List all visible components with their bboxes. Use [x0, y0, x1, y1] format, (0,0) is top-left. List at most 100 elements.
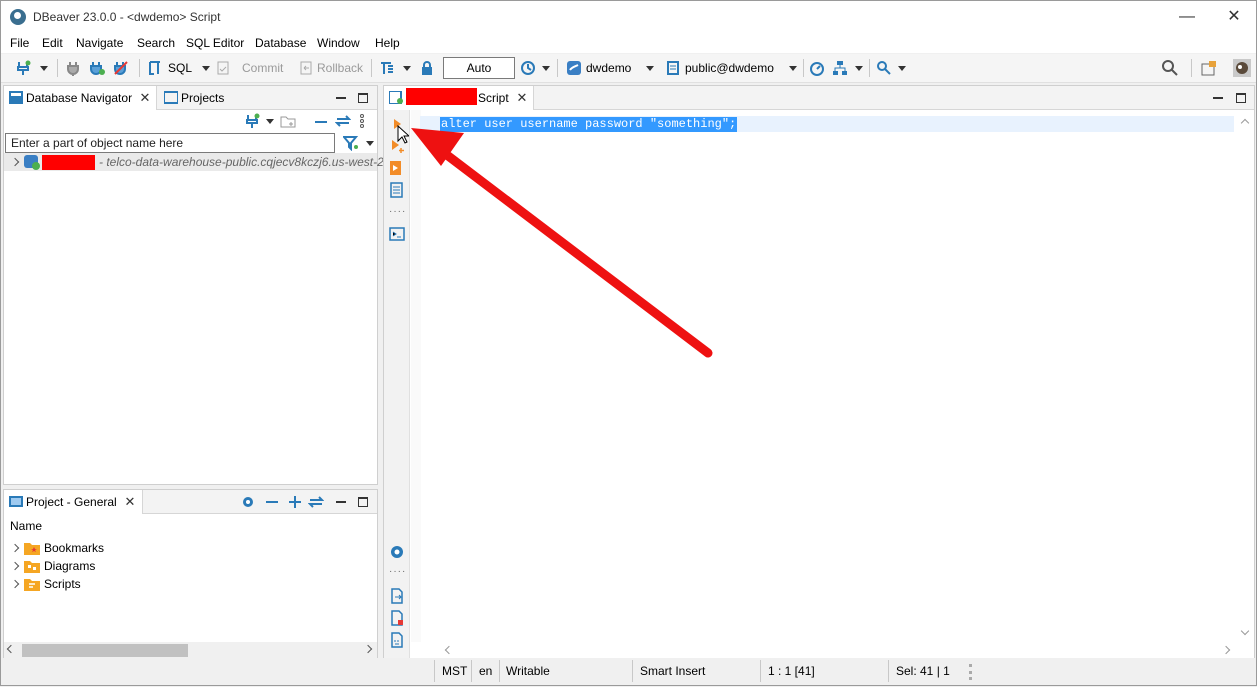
- tab-script[interactable]: Script ✕: [384, 86, 534, 110]
- scroll-left-icon[interactable]: [6, 644, 16, 654]
- collapse-project-icon[interactable]: [266, 501, 278, 503]
- new-connection-small-icon[interactable]: [244, 113, 260, 129]
- sql-editor-icon[interactable]: [147, 60, 163, 76]
- link-with-editor-icon[interactable]: [335, 113, 351, 129]
- export-icon[interactable]: [389, 588, 405, 604]
- status-cursor-position[interactable]: 1 : 1 [41]: [768, 663, 815, 679]
- schema-selector[interactable]: public@dwdemo: [685, 60, 774, 77]
- datasource-selector[interactable]: dwdemo: [586, 60, 631, 77]
- expand-bookmarks-icon[interactable]: [10, 543, 20, 553]
- global-search-icon[interactable]: [1162, 60, 1178, 76]
- collapse-all-icon[interactable]: [315, 121, 327, 123]
- explain-plan-icon[interactable]: [389, 182, 405, 198]
- close-navigator-tab-icon[interactable]: ✕: [139, 86, 151, 110]
- search-dropdown-icon[interactable]: [898, 66, 906, 71]
- scrollbar-thumb[interactable]: [22, 644, 188, 657]
- expand-connection-icon[interactable]: [10, 157, 20, 167]
- open-perspective-icon[interactable]: [1201, 60, 1217, 76]
- scroll-down-icon[interactable]: [1240, 626, 1250, 636]
- new-connection-icon[interactable]: [15, 60, 31, 76]
- status-locale: en: [479, 664, 493, 678]
- history-dropdown-icon[interactable]: [542, 66, 550, 71]
- expand-scripts-icon[interactable]: [10, 579, 20, 589]
- new-connection-small-dropdown-icon[interactable]: [266, 119, 274, 124]
- more-tools-icon[interactable]: ····: [389, 566, 406, 577]
- new-folder-icon[interactable]: [280, 113, 296, 129]
- tab-projects[interactable]: Projects: [159, 86, 259, 110]
- maximize-navigator-icon[interactable]: [358, 93, 368, 103]
- minimize-editor-icon[interactable]: [1213, 97, 1223, 99]
- diagram-folder-icon: [24, 561, 40, 573]
- minimize-navigator-icon[interactable]: [336, 97, 346, 99]
- project-horizontal-scrollbar[interactable]: [4, 642, 377, 658]
- disconnect-icon[interactable]: [113, 60, 129, 76]
- menu-search[interactable]: Search: [137, 36, 175, 50]
- erd-dropdown-icon[interactable]: [855, 66, 863, 71]
- plug-icon[interactable]: [65, 60, 81, 76]
- menu-navigate[interactable]: Navigate: [76, 36, 123, 50]
- navigator-filter-input[interactable]: Enter a part of object name here: [5, 133, 335, 153]
- close-window-button[interactable]: ✕: [1211, 1, 1257, 33]
- database-navigator-icon: [9, 91, 23, 104]
- menu-help[interactable]: Help: [375, 36, 400, 50]
- main-toolbar: SQL Commit Rollback Auto dwdemo public@d…: [1, 54, 1256, 83]
- transaction-mode-icon[interactable]: [379, 60, 395, 76]
- new-connection-dropdown-icon[interactable]: [40, 66, 48, 71]
- menu-file[interactable]: File: [10, 36, 29, 50]
- view-menu-icon[interactable]: [359, 113, 365, 129]
- lock-icon[interactable]: [419, 60, 435, 76]
- project-settings-icon[interactable]: [240, 494, 256, 510]
- dbeaver-perspective-icon[interactable]: [1233, 59, 1251, 77]
- commit-button[interactable]: Commit: [242, 60, 283, 77]
- datasource-dropdown-icon[interactable]: [646, 66, 654, 71]
- filter-dropdown-icon[interactable]: [366, 141, 374, 146]
- editor-settings-icon[interactable]: [389, 544, 405, 560]
- rollback-button[interactable]: Rollback: [317, 60, 363, 77]
- transaction-mode-field[interactable]: Auto: [443, 57, 515, 79]
- scroll-right-icon[interactable]: [363, 644, 373, 654]
- search-icon[interactable]: [876, 60, 892, 76]
- scroll-up-icon[interactable]: [1240, 118, 1250, 128]
- variables-icon[interactable]: [389, 632, 405, 648]
- menu-sql-editor[interactable]: SQL Editor: [186, 36, 244, 50]
- more-actions-icon[interactable]: ····: [389, 206, 406, 217]
- link-project-icon[interactable]: [308, 494, 324, 510]
- sql-code-line[interactable]: alter user username password "something"…: [440, 117, 738, 132]
- status-insert-mode[interactable]: Smart Insert: [640, 663, 705, 679]
- reconnect-icon[interactable]: [89, 60, 105, 76]
- schema-icon: [667, 61, 679, 75]
- status-writable[interactable]: Writable: [506, 663, 550, 679]
- editor-scroll-left-icon[interactable]: [444, 645, 454, 655]
- menu-database[interactable]: Database: [255, 36, 306, 50]
- tab-database-navigator[interactable]: Database Navigator ✕: [4, 86, 157, 110]
- dbeaver-window: DBeaver 23.0.0 - <dwdemo> Script — ✕ Fil…: [0, 0, 1257, 686]
- output-icon[interactable]: [389, 610, 405, 626]
- editor-horizontal-scrollbar[interactable]: [440, 642, 1237, 658]
- editor-vertical-scrollbar[interactable]: [1237, 110, 1254, 642]
- menu-window[interactable]: Window: [317, 36, 360, 50]
- sql-dropdown-icon[interactable]: [202, 66, 210, 71]
- history-icon[interactable]: [520, 60, 536, 76]
- maximize-editor-icon[interactable]: [1236, 93, 1246, 103]
- terminal-icon[interactable]: [389, 226, 405, 242]
- schema-dropdown-icon[interactable]: [789, 66, 797, 71]
- editor-scroll-right-icon[interactable]: [1221, 645, 1231, 655]
- maximize-button[interactable]: [1165, 1, 1211, 33]
- close-project-tab-icon[interactable]: ✕: [124, 490, 136, 514]
- minimize-project-icon[interactable]: [336, 501, 346, 503]
- dashboard-icon[interactable]: [809, 60, 825, 76]
- redacted-script-name: [406, 88, 477, 105]
- erd-icon[interactable]: [832, 60, 848, 76]
- transaction-dropdown-icon[interactable]: [403, 66, 411, 71]
- sql-button[interactable]: SQL: [168, 60, 192, 77]
- menu-edit[interactable]: Edit: [42, 36, 63, 50]
- filter-icon[interactable]: [343, 135, 359, 151]
- maximize-project-icon[interactable]: [358, 497, 368, 507]
- close-script-tab-icon[interactable]: ✕: [516, 86, 528, 110]
- project-tabbar: Project - General ✕: [4, 490, 377, 514]
- execute-script-icon[interactable]: [389, 160, 405, 176]
- tab-project-general[interactable]: Project - General ✕: [4, 490, 143, 514]
- expand-diagrams-icon[interactable]: [10, 561, 20, 571]
- expand-project-icon[interactable]: [287, 494, 303, 510]
- connection-tree-row[interactable]: - telco-data-warehouse-public.cqjecv8kcz…: [4, 153, 384, 171]
